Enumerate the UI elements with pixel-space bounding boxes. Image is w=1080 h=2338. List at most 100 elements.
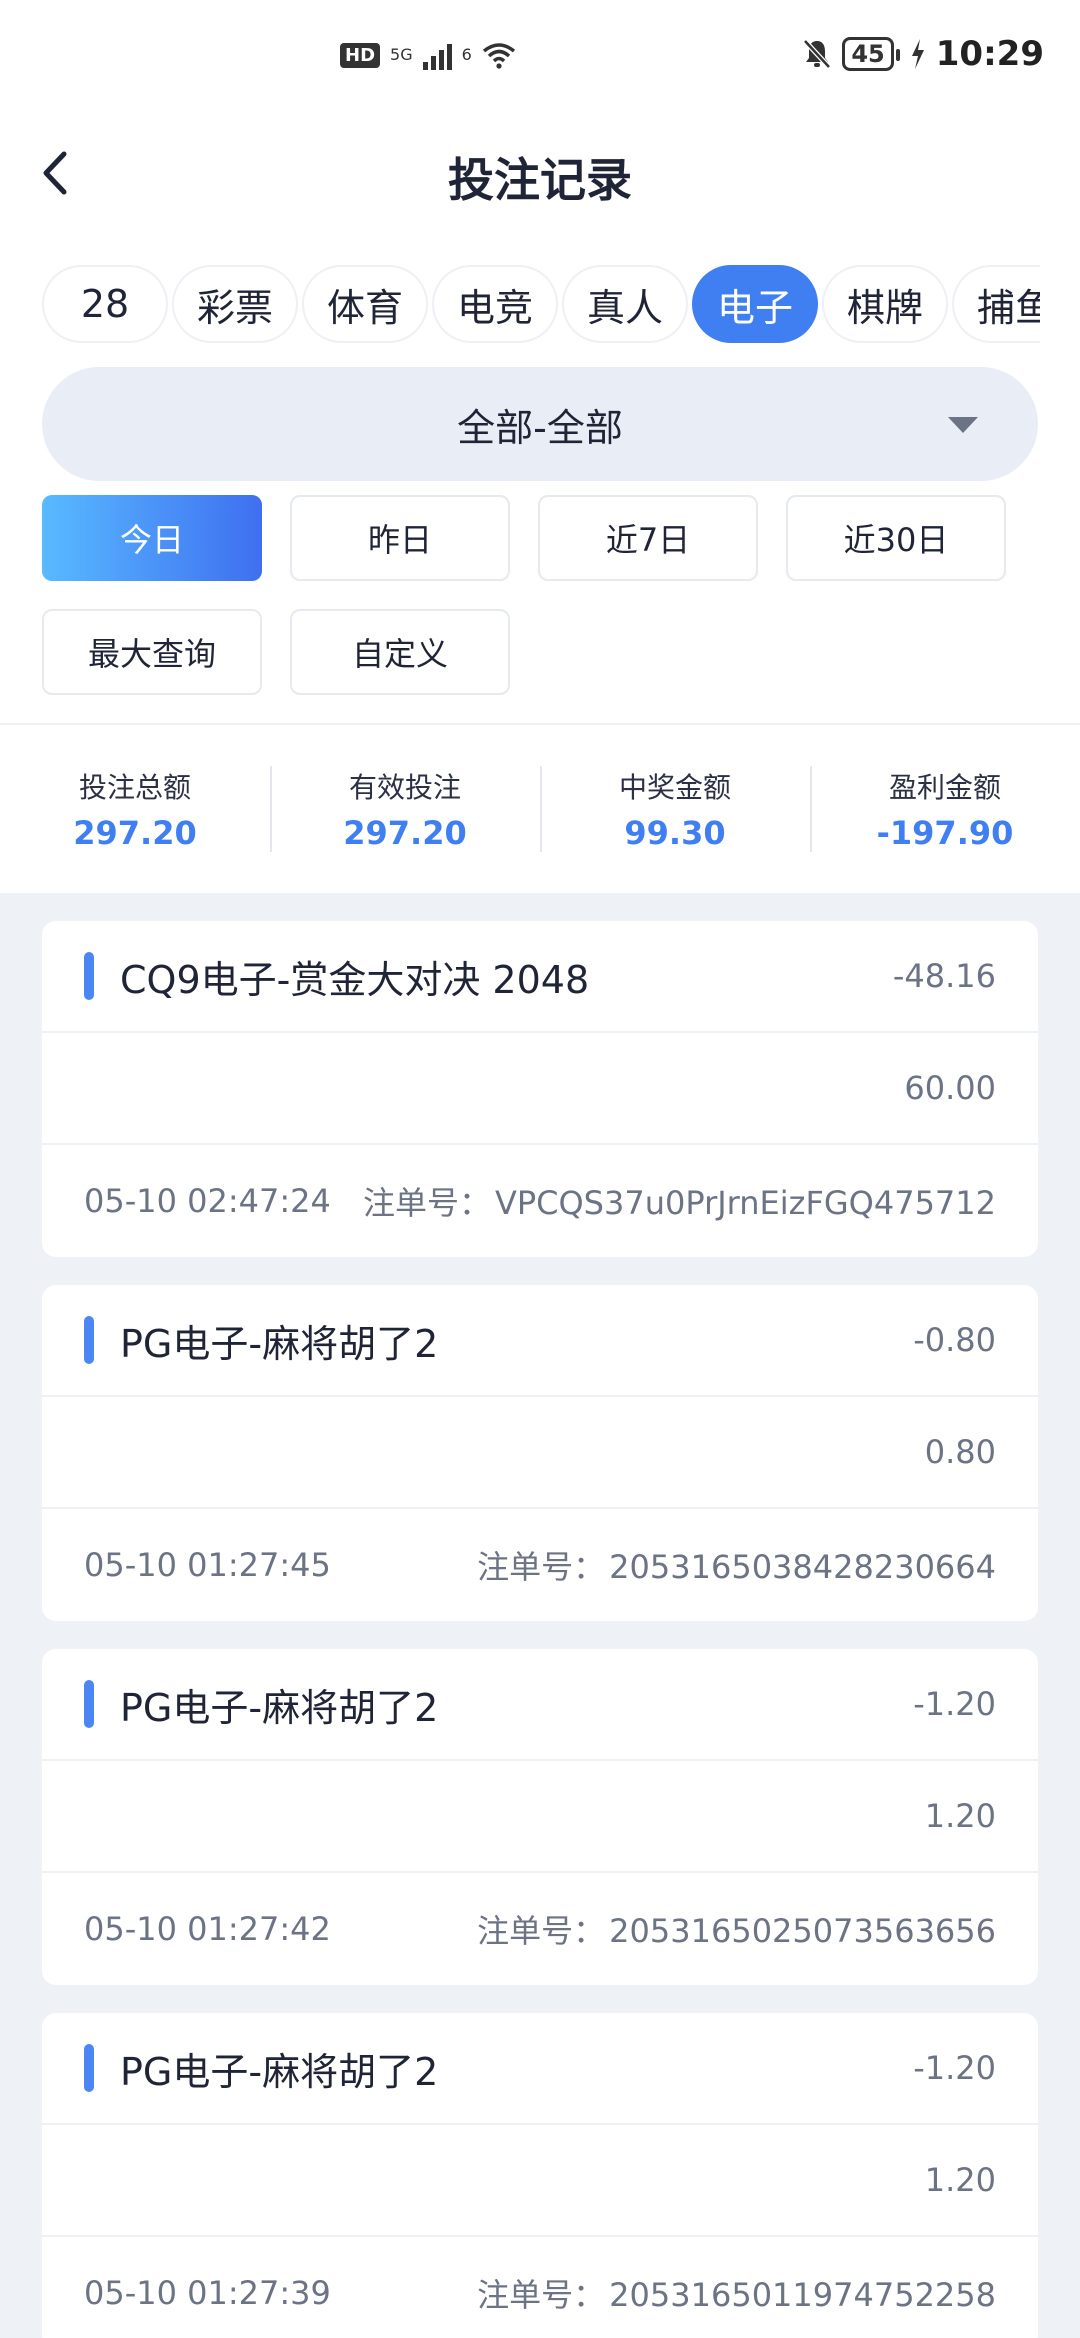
order-number-label: 注单号： xyxy=(477,2276,606,2314)
network-type: 5G xyxy=(390,45,413,64)
order-number-value: VPCQS37u0PrJrnEizFGQ475712 xyxy=(494,1184,996,1222)
accent-bar xyxy=(84,1680,94,1728)
bet-time: 05-10 02:47:24 xyxy=(84,1182,331,1220)
bet-time: 05-10 01:27:39 xyxy=(84,2274,331,2312)
summary-bar: 投注总额 297.20 有效投注 297.20 中奖金额 99.30 盈利金额 … xyxy=(0,723,1080,893)
order-number: 注单号： 2053165038428230664 xyxy=(477,1542,996,1588)
tab-electronic[interactable]: 电子 xyxy=(692,265,818,343)
summary-valid-bet: 有效投注 297.20 xyxy=(270,766,540,852)
record-bet-row: 1.20 xyxy=(42,1761,1038,1873)
hd-badge: HD xyxy=(340,42,381,68)
category-tabs: 28 彩票 体育 电竞 真人 电子 棋牌 捕鱼 xyxy=(0,265,1040,355)
record-title-wrap: PG电子-麻将胡了2 xyxy=(84,2041,438,2096)
bet-record-card[interactable]: PG电子-麻将胡了2 -0.80 0.80 05-10 01:27:45 注单号… xyxy=(42,1285,1038,1621)
bet-record-card[interactable]: PG电子-麻将胡了2 -1.20 1.20 05-10 01:27:42 注单号… xyxy=(42,1649,1038,1985)
record-bet-row: 0.80 xyxy=(42,1397,1038,1509)
profit-amount: -48.16 xyxy=(892,957,996,995)
record-meta-row: 05-10 01:27:45 注单号： 2053165038428230664 xyxy=(42,1509,1038,1621)
bet-amount: 0.80 xyxy=(924,1433,996,1471)
summary-label: 盈利金额 xyxy=(888,771,1001,804)
game-name: CQ9电子-赏金大对决 2048 xyxy=(120,957,590,1002)
order-number-label: 注单号： xyxy=(362,1184,491,1222)
game-name: PG电子-麻将胡了2 xyxy=(120,1685,439,1730)
tab-sports[interactable]: 体育 xyxy=(302,265,428,343)
tab-fishing[interactable]: 捕鱼 xyxy=(952,265,1040,343)
order-number-value: 2053165025073563656 xyxy=(609,1912,996,1950)
summary-win-amount: 中奖金额 99.30 xyxy=(540,766,810,852)
top-panel: HD 5G 6 45 10:29 投注记录 28 彩票 体育 电竞 真人 电子 … xyxy=(0,0,1080,893)
summary-label: 投注总额 xyxy=(78,771,191,804)
tab-esports[interactable]: 电竞 xyxy=(432,265,558,343)
summary-total-bet: 投注总额 297.20 xyxy=(0,766,270,852)
tab-live-casino[interactable]: 真人 xyxy=(562,265,688,343)
order-number-label: 注单号： xyxy=(477,1912,606,1950)
profit-amount: -0.80 xyxy=(913,1321,996,1359)
bell-off-icon xyxy=(803,39,832,69)
order-number-value: 2053165038428230664 xyxy=(609,1548,996,1586)
sim2-label: 6 xyxy=(461,45,472,64)
wifi-icon xyxy=(482,43,515,69)
caret-down-icon xyxy=(948,417,978,433)
record-meta-row: 05-10 01:27:42 注单号： 2053165025073563656 xyxy=(42,1873,1038,1985)
record-title-row: PG电子-麻将胡了2 -0.80 xyxy=(42,1285,1038,1397)
tab-cards[interactable]: 棋牌 xyxy=(822,265,948,343)
date-custom-button[interactable]: 自定义 xyxy=(290,609,510,695)
order-number: 注单号： 2053165025073563656 xyxy=(477,1906,996,1952)
record-meta-row: 05-10 02:47:24 注单号： VPCQS37u0PrJrnEizFGQ4… xyxy=(42,1145,1038,1257)
date-today-button[interactable]: 今日 xyxy=(42,495,262,581)
bet-amount: 1.20 xyxy=(924,2161,996,2199)
record-title-wrap: CQ9电子-赏金大对决 2048 xyxy=(84,949,589,1004)
clock: 10:29 xyxy=(935,34,1044,74)
date-max-query-button[interactable]: 最大查询 xyxy=(42,609,262,695)
record-bet-row: 1.20 xyxy=(42,2125,1038,2237)
battery-indicator: 45 xyxy=(842,37,901,71)
bet-time: 05-10 01:27:42 xyxy=(84,1910,331,1948)
summary-label: 有效投注 xyxy=(348,771,461,804)
order-number-label: 注单号： xyxy=(477,1548,606,1586)
record-bet-row: 60.00 xyxy=(42,1033,1038,1145)
bet-record-card[interactable]: CQ9电子-赏金大对决 2048 -48.16 60.00 05-10 02:4… xyxy=(42,921,1038,1257)
accent-bar xyxy=(84,952,94,1000)
order-number: 注单号： VPCQS37u0PrJrnEizFGQ475712 xyxy=(363,1178,996,1224)
platform-game-select[interactable]: 全部-全部 xyxy=(42,367,1038,481)
accent-bar xyxy=(84,1316,94,1364)
page-title: 投注记录 xyxy=(448,153,632,207)
record-meta-row: 05-10 01:27:39 注单号： 2053165011974752258 xyxy=(42,2237,1038,2338)
lightning-icon xyxy=(911,39,924,69)
bet-time: 05-10 01:27:45 xyxy=(84,1546,331,1584)
date-filters: 今日 昨日 近7日 近30日 最大查询 自定义 xyxy=(0,481,1080,723)
summary-profit: 盈利金额 -197.90 xyxy=(810,766,1080,852)
summary-value: -197.90 xyxy=(876,814,1014,852)
summary-value: 297.20 xyxy=(73,814,197,852)
date-yesterday-button[interactable]: 昨日 xyxy=(290,495,510,581)
nav-header: 投注记录 xyxy=(0,120,1080,225)
bet-record-list: CQ9电子-赏金大对决 2048 -48.16 60.00 05-10 02:4… xyxy=(0,893,1080,2338)
accent-bar xyxy=(84,2044,94,2092)
date-7days-button[interactable]: 近7日 xyxy=(538,495,758,581)
record-title-wrap: PG电子-麻将胡了2 xyxy=(84,1677,438,1732)
status-bar-signals: HD 5G 6 xyxy=(340,40,516,70)
summary-label: 中奖金额 xyxy=(618,771,731,804)
order-number: 注单号： 2053165011974752258 xyxy=(477,2270,996,2316)
bet-amount: 60.00 xyxy=(904,1069,996,1107)
status-bar: HD 5G 6 45 10:29 xyxy=(0,0,1080,120)
signal-icon xyxy=(422,40,452,70)
record-title-row: PG电子-麻将胡了2 -1.20 xyxy=(42,2013,1038,2125)
status-bar-right: 45 10:29 xyxy=(802,34,1044,74)
game-name: PG电子-麻将胡了2 xyxy=(120,1321,439,1366)
summary-value: 297.20 xyxy=(343,814,467,852)
record-title-wrap: PG电子-麻将胡了2 xyxy=(84,1313,438,1368)
bet-amount: 1.20 xyxy=(924,1797,996,1835)
profit-amount: -1.20 xyxy=(913,1685,996,1723)
summary-value: 99.30 xyxy=(624,814,726,852)
bet-record-card[interactable]: PG电子-麻将胡了2 -1.20 1.20 05-10 01:27:39 注单号… xyxy=(42,2013,1038,2338)
game-name: PG电子-麻将胡了2 xyxy=(120,2049,439,2094)
tab-lottery[interactable]: 彩票 xyxy=(172,265,298,343)
platform-game-select-value: 全部-全部 xyxy=(457,405,623,450)
date-30days-button[interactable]: 近30日 xyxy=(786,495,1006,581)
record-title-row: PG电子-麻将胡了2 -1.20 xyxy=(42,1649,1038,1761)
profit-amount: -1.20 xyxy=(913,2049,996,2087)
tab-28[interactable]: 28 xyxy=(42,265,168,343)
order-number-value: 2053165011974752258 xyxy=(609,2276,996,2314)
record-title-row: CQ9电子-赏金大对决 2048 -48.16 xyxy=(42,921,1038,1033)
